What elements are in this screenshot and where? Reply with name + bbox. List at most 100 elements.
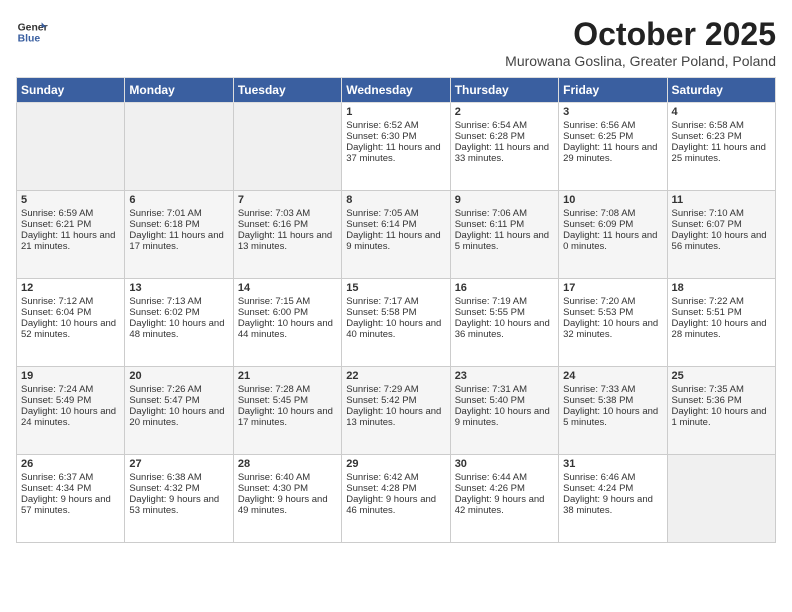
day-number: 7	[238, 194, 337, 206]
day-info: Sunset: 6:30 PM	[346, 131, 445, 142]
calendar-cell: 1Sunrise: 6:52 AMSunset: 6:30 PMDaylight…	[342, 103, 450, 191]
day-info: Daylight: 10 hours and 28 minutes.	[672, 318, 771, 340]
day-info: Daylight: 11 hours and 25 minutes.	[672, 142, 771, 164]
day-info: Sunrise: 7:10 AM	[672, 208, 771, 219]
day-number: 27	[129, 458, 228, 470]
day-info: Sunrise: 7:06 AM	[455, 208, 554, 219]
day-info: Sunrise: 7:22 AM	[672, 296, 771, 307]
day-number: 25	[672, 370, 771, 382]
weekday-header: Friday	[559, 78, 667, 103]
day-info: Daylight: 11 hours and 33 minutes.	[455, 142, 554, 164]
day-number: 8	[346, 194, 445, 206]
day-info: Sunset: 4:28 PM	[346, 483, 445, 494]
day-number: 20	[129, 370, 228, 382]
weekday-header: Wednesday	[342, 78, 450, 103]
calendar-cell: 7 Sunrise: 7:03 AMSunset: 6:16 PMDaylight…	[233, 191, 341, 279]
day-info: Daylight: 10 hours and 32 minutes.	[563, 318, 662, 340]
calendar-cell: 19Sunrise: 7:24 AMSunset: 5:49 PMDayligh…	[17, 367, 125, 455]
day-info: Sunset: 6:00 PM	[238, 307, 337, 318]
calendar-cell: 16Sunrise: 7:19 AMSunset: 5:55 PMDayligh…	[450, 279, 558, 367]
day-info: Sunrise: 7:31 AM	[455, 384, 554, 395]
calendar-week-row: 26Sunrise: 6:37 AMSunset: 4:34 PMDayligh…	[17, 455, 776, 543]
calendar-cell: 31Sunrise: 6:46 AMSunset: 4:24 PMDayligh…	[559, 455, 667, 543]
day-number: 31	[563, 458, 662, 470]
day-info: Daylight: 11 hours and 29 minutes.	[563, 142, 662, 164]
calendar-cell	[233, 103, 341, 191]
day-info: Sunset: 4:32 PM	[129, 483, 228, 494]
day-info: Daylight: 11 hours and 5 minutes.	[455, 230, 554, 252]
day-info: Sunset: 6:25 PM	[563, 131, 662, 142]
day-info: Sunset: 5:53 PM	[563, 307, 662, 318]
title-area: October 2025 Murowana Goslina, Greater P…	[505, 16, 776, 69]
weekday-header: Tuesday	[233, 78, 341, 103]
day-info: Daylight: 11 hours and 9 minutes.	[346, 230, 445, 252]
calendar-cell: 8Sunrise: 7:05 AMSunset: 6:14 PMDaylight…	[342, 191, 450, 279]
calendar-cell: 3Sunrise: 6:56 AMSunset: 6:25 PMDaylight…	[559, 103, 667, 191]
weekday-header: Saturday	[667, 78, 775, 103]
day-info: Sunrise: 7:24 AM	[21, 384, 120, 395]
calendar-cell: 28 Sunrise: 6:40 AMSunset: 4:30 PMDayligh…	[233, 455, 341, 543]
day-info: Daylight: 9 hours and 57 minutes.	[21, 494, 120, 516]
calendar-cell: 25Sunrise: 7:35 AMSunset: 5:36 PMDayligh…	[667, 367, 775, 455]
day-number: 11	[672, 194, 771, 206]
day-number: 28	[238, 458, 337, 470]
day-info: Daylight: 10 hours and 40 minutes.	[346, 318, 445, 340]
day-info: Sunset: 5:40 PM	[455, 395, 554, 406]
logo: General Blue	[16, 16, 48, 48]
day-info: Sunrise: 7:03 AM	[238, 208, 337, 219]
day-info: Daylight: 10 hours and 9 minutes.	[455, 406, 554, 428]
day-info: Daylight: 11 hours and 13 minutes.	[238, 230, 337, 252]
weekday-header-row: SundayMondayTuesdayWednesdayThursdayFrid…	[17, 78, 776, 103]
day-number: 21	[238, 370, 337, 382]
day-number: 17	[563, 282, 662, 294]
calendar-cell	[17, 103, 125, 191]
day-info: Sunrise: 7:29 AM	[346, 384, 445, 395]
logo-icon: General Blue	[16, 16, 48, 48]
day-number: 19	[21, 370, 120, 382]
day-info: Sunrise: 7:13 AM	[129, 296, 228, 307]
day-info: Daylight: 11 hours and 0 minutes.	[563, 230, 662, 252]
day-number: 5	[21, 194, 120, 206]
calendar-cell: 26 Sunrise: 6:37 AMSunset: 4:34 PMDayligh…	[17, 455, 125, 543]
day-info: Daylight: 9 hours and 46 minutes.	[346, 494, 445, 516]
day-info: Sunrise: 7:28 AM	[238, 384, 337, 395]
calendar-cell: 21Sunrise: 7:28 AMSunset: 5:45 PMDayligh…	[233, 367, 341, 455]
day-info: Daylight: 9 hours and 49 minutes.	[238, 494, 337, 516]
weekday-header: Monday	[125, 78, 233, 103]
day-info: Sunrise: 6:59 AM	[21, 208, 120, 219]
day-info: Daylight: 9 hours and 53 minutes.	[129, 494, 228, 516]
day-number: 13	[129, 282, 228, 294]
weekday-header: Sunday	[17, 78, 125, 103]
day-info: Daylight: 11 hours and 21 minutes.	[21, 230, 120, 252]
day-info: Sunset: 5:51 PM	[672, 307, 771, 318]
day-info: Daylight: 10 hours and 56 minutes.	[672, 230, 771, 252]
day-info: Sunset: 4:34 PM	[21, 483, 120, 494]
calendar-cell: 4Sunrise: 6:58 AMSunset: 6:23 PMDaylight…	[667, 103, 775, 191]
day-info: Daylight: 10 hours and 52 minutes.	[21, 318, 120, 340]
day-info: Sunrise: 6:54 AM	[455, 120, 554, 131]
day-info: Sunset: 5:42 PM	[346, 395, 445, 406]
day-info: Sunset: 6:07 PM	[672, 219, 771, 230]
calendar-cell: 23Sunrise: 7:31 AMSunset: 5:40 PMDayligh…	[450, 367, 558, 455]
calendar-week-row: 12Sunrise: 7:12 AMSunset: 6:04 PMDayligh…	[17, 279, 776, 367]
day-number: 26	[21, 458, 120, 470]
calendar-cell: 6Sunrise: 7:01 AMSunset: 6:18 PMDaylight…	[125, 191, 233, 279]
day-info: Daylight: 10 hours and 1 minute.	[672, 406, 771, 428]
day-info: Sunset: 6:28 PM	[455, 131, 554, 142]
day-info: Sunset: 6:16 PM	[238, 219, 337, 230]
day-info: Sunrise: 7:19 AM	[455, 296, 554, 307]
day-number: 24	[563, 370, 662, 382]
day-info: Sunset: 4:30 PM	[238, 483, 337, 494]
calendar-cell	[125, 103, 233, 191]
day-info: Daylight: 10 hours and 17 minutes.	[238, 406, 337, 428]
day-info: Sunset: 5:49 PM	[21, 395, 120, 406]
day-info: Sunrise: 6:37 AM	[21, 472, 120, 483]
day-info: Sunrise: 6:56 AM	[563, 120, 662, 131]
day-info: Daylight: 10 hours and 36 minutes.	[455, 318, 554, 340]
day-info: Sunrise: 7:26 AM	[129, 384, 228, 395]
calendar-cell: 30Sunrise: 6:44 AMSunset: 4:26 PMDayligh…	[450, 455, 558, 543]
day-info: Sunset: 6:21 PM	[21, 219, 120, 230]
day-info: Sunrise: 6:40 AM	[238, 472, 337, 483]
day-info: Sunrise: 7:08 AM	[563, 208, 662, 219]
day-info: Sunset: 6:11 PM	[455, 219, 554, 230]
